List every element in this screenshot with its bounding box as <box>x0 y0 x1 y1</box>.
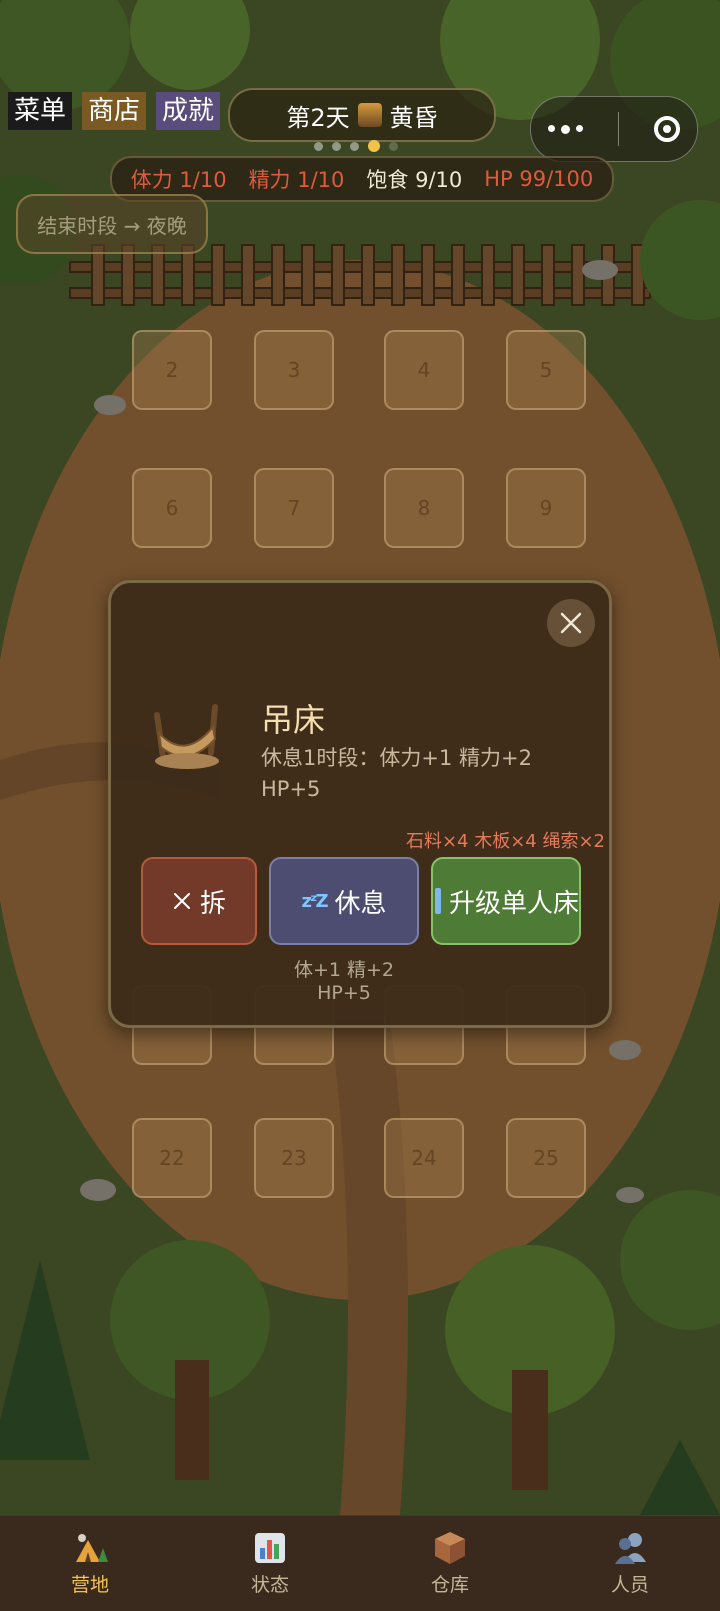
top-menu: 菜单 商店 成就 <box>8 92 221 130</box>
build-slot[interactable]: 6 <box>132 468 212 548</box>
build-slot[interactable]: 5 <box>506 330 586 410</box>
item-title: 吊床 <box>261 701 326 739</box>
nav-people[interactable]: 人员 <box>540 1516 720 1611</box>
nav-label: 人员 <box>610 1574 649 1596</box>
building-modal: 吊床 休息1时段：体力+1 精力+2 HP+5 石料×4 木板×4 绳索×2 拆… <box>108 580 612 1028</box>
rest-button[interactable]: zᶻZ 休息 <box>269 857 419 945</box>
stats-chart-icon <box>255 1533 285 1563</box>
upgrade-icon <box>435 888 441 914</box>
page-dot-active <box>368 140 380 152</box>
close-button[interactable] <box>547 599 595 647</box>
achievements-button[interactable]: 成就 <box>156 92 221 130</box>
demolish-button[interactable]: 拆 <box>141 857 257 945</box>
bottom-nav: 营地 状态 仓库 人员 <box>0 1515 720 1611</box>
shop-button[interactable]: 商店 <box>82 92 147 130</box>
build-slot[interactable]: 2 <box>132 330 212 410</box>
nav-warehouse[interactable]: 仓库 <box>360 1516 540 1611</box>
demolish-label: 拆 <box>199 888 226 919</box>
item-description: 休息1时段：体力+1 精力+2 HP+5 <box>261 746 532 801</box>
people-icon <box>615 1533 646 1564</box>
close-icon <box>173 893 190 909</box>
page-dot <box>314 141 323 151</box>
dusk-icon <box>357 103 382 127</box>
end-period-button[interactable]: 结束时段 → 夜晚 <box>16 194 208 254</box>
build-slot[interactable]: 23 <box>254 1118 334 1198</box>
rest-label: 休息 <box>334 888 387 919</box>
build-slot[interactable]: 9 <box>506 468 586 548</box>
nav-status[interactable]: 状态 <box>180 1516 360 1611</box>
build-slot[interactable]: 3 <box>254 330 334 410</box>
build-slot[interactable]: 25 <box>506 1118 586 1198</box>
nav-label: 状态 <box>250 1574 289 1596</box>
menu-button[interactable]: 菜单 <box>8 92 73 130</box>
build-slot[interactable]: 4 <box>384 330 464 410</box>
mini-program-capsule <box>530 96 698 162</box>
page-dots <box>314 140 398 152</box>
rest-effect: 体+1 精+2 HP+5 <box>293 959 395 1004</box>
target-icon[interactable] <box>653 116 680 142</box>
page-dot <box>389 141 398 151</box>
satiety-stat: 饱食 9/10 <box>366 168 463 192</box>
upgrade-label: 升级单人床 <box>448 888 579 919</box>
page-dot <box>350 141 359 151</box>
hp-stat: HP 99/100 <box>484 167 594 191</box>
capsule-divider <box>617 112 619 146</box>
nav-label: 营地 <box>70 1574 109 1596</box>
upgrade-button[interactable]: 升级单人床 <box>431 857 581 945</box>
day-indicator: 第2天 黄昏 <box>228 88 496 142</box>
upgrade-cost: 石料×4 木板×4 绳索×2 <box>405 831 605 852</box>
camp-icon <box>76 1534 108 1562</box>
build-slot[interactable]: 24 <box>384 1118 464 1198</box>
energy-stat: 精力 1/10 <box>248 168 345 192</box>
box-icon <box>435 1532 465 1564</box>
page-dot <box>332 141 341 151</box>
day-label: 第2天 <box>286 103 350 132</box>
build-slot[interactable]: 8 <box>384 468 464 548</box>
nav-label: 仓库 <box>430 1574 469 1596</box>
build-slot[interactable]: 7 <box>254 468 334 548</box>
nav-camp[interactable]: 营地 <box>0 1516 180 1611</box>
sleep-icon: zᶻZ <box>301 890 328 912</box>
hammock-icon <box>147 695 227 779</box>
stamina-stat: 体力 1/10 <box>130 168 227 192</box>
more-icon[interactable] <box>548 124 584 134</box>
period-label: 黄昏 <box>389 103 438 132</box>
build-slot[interactable]: 22 <box>132 1118 212 1198</box>
close-icon <box>560 612 582 634</box>
